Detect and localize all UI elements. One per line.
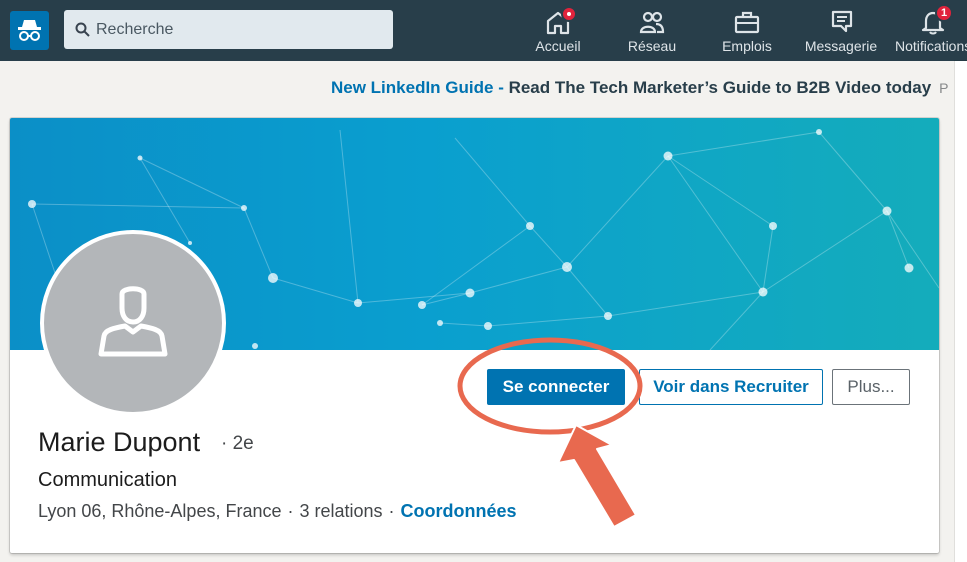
nav-item-label: Accueil: [535, 38, 581, 54]
meta-separator: ·: [388, 501, 395, 521]
ad-text[interactable]: Read The Tech Marketer’s Guide to B2B Vi…: [509, 78, 932, 97]
top-navigation-bar: Accueil Réseau Emplois Messagerie: [0, 0, 967, 61]
sponsored-banner[interactable]: New LinkedIn Guide - Read The Tech Marke…: [331, 78, 949, 98]
nav-item-notifications[interactable]: 1 Notifications: [893, 0, 967, 61]
messaging-icon: [831, 10, 853, 33]
briefcase-icon: [734, 11, 760, 34]
notification-count-badge: 1: [935, 4, 953, 22]
incognito-logo-icon[interactable]: [10, 11, 49, 50]
ad-link[interactable]: New LinkedIn Guide: [331, 78, 493, 97]
profile-avatar[interactable]: [40, 230, 226, 416]
search-input[interactable]: [96, 10, 386, 49]
more-actions-button[interactable]: Plus...: [832, 369, 910, 405]
nav-item-messaging[interactable]: Messagerie: [802, 0, 880, 61]
nav-item-label: Réseau: [627, 38, 677, 54]
relations-count[interactable]: 3 relations: [299, 501, 382, 521]
connect-button[interactable]: Se connecter: [487, 369, 625, 405]
network-icon: [639, 11, 665, 34]
nav-item-label: Notifications: [895, 38, 967, 54]
connection-degree: · 2e: [221, 433, 254, 454]
meta-separator: ·: [287, 501, 294, 521]
profile-name: Marie Dupont: [38, 427, 201, 457]
profile-meta: Lyon 06, Rhône-Alpes, France · 3 relations…: [38, 501, 517, 522]
nav-item-home[interactable]: Accueil: [528, 0, 588, 61]
person-placeholder-icon: [98, 286, 168, 357]
ad-separator: -: [493, 78, 509, 97]
view-in-recruiter-button[interactable]: Voir dans Recruiter: [639, 369, 823, 405]
nav-item-label: Emplois: [722, 38, 772, 54]
right-sidebar-edge: [955, 61, 967, 562]
profile-location: Lyon 06, Rhône-Alpes, France: [38, 501, 282, 521]
nav-item-jobs[interactable]: Emplois: [716, 0, 778, 61]
nav-item-network[interactable]: Réseau: [621, 0, 683, 61]
contact-info-link[interactable]: Coordonnées: [401, 501, 517, 521]
nav-item-label: Messagerie: [804, 38, 878, 54]
profile-headline: Communication: [38, 469, 177, 491]
search-box: [64, 10, 393, 49]
profile-card: Se connecter Voir dans Recruiter Plus...…: [10, 118, 939, 553]
notification-dot: [561, 6, 577, 22]
ad-tag: P: [939, 80, 949, 96]
search-icon: [75, 22, 90, 37]
